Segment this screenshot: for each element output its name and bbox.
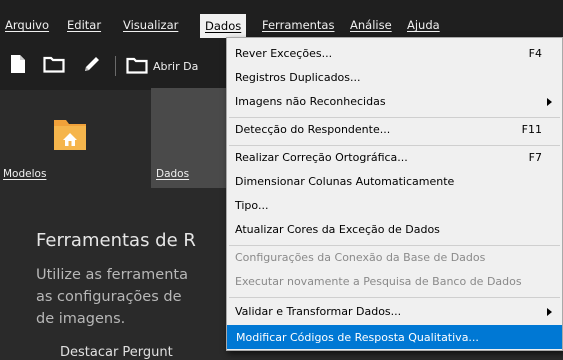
menu-ajuda[interactable]: Ajuda	[407, 18, 440, 32]
menu-item-shortcut: F11	[521, 123, 542, 136]
menu-item-label: Modificar Códigos de Resposta Qualitativ…	[236, 331, 479, 344]
menu-item-label: Imagens não Reconhecidas	[235, 95, 386, 108]
menu-editar[interactable]: Editar	[67, 18, 101, 32]
menu-ferramentas[interactable]: Ferramentas	[262, 18, 334, 32]
toolbar-separator	[115, 56, 116, 76]
tile-label: Modelos	[3, 168, 47, 180]
menu-item-dimensionar-colunas[interactable]: Dimensionar Colunas Automaticamente	[227, 170, 562, 194]
menu-item-label: Dimensionar Colunas Automaticamente	[235, 175, 455, 188]
menu-item-configuracoes-conexao[interactable]: Configurações da Conexão da Base de Dado…	[227, 246, 562, 270]
menu-item-tipo[interactable]: Tipo...	[227, 194, 562, 218]
menu-item-deteccao-respondente[interactable]: Detecção do Respondente... F11	[227, 118, 562, 142]
menu-item-label: Detecção do Respondente...	[235, 123, 391, 136]
menu-item-atualizar-cores[interactable]: Atualizar Cores da Exceção de Dados	[227, 218, 562, 242]
submenu-arrow-icon	[547, 308, 552, 316]
section-heading: Ferramentas de R	[36, 230, 196, 251]
tile-modelos[interactable]: Modelos	[0, 88, 86, 188]
menu-item-label: Tipo...	[235, 199, 269, 212]
menu-item-label: Realizar Correção Ortográfica...	[235, 151, 408, 164]
house-folder-icon	[54, 116, 86, 154]
menu-analise[interactable]: Análise	[350, 18, 392, 32]
cut-text: Destacar Pergunt	[60, 345, 173, 360]
submenu-arrow-icon	[547, 98, 552, 106]
tile-dados[interactable]: Dados	[151, 88, 226, 188]
menu-item-label: Rever Exceções...	[235, 47, 333, 60]
menu-item-correcao-ortografica[interactable]: Realizar Correção Ortográfica... F7	[227, 146, 562, 170]
menu-item-validar-transformar[interactable]: Validar e Transformar Dados...	[227, 300, 562, 324]
menu-bar: Arquivo Editar Visualizar Dados Ferramen…	[0, 0, 563, 38]
menu-item-registros-duplicados[interactable]: Registros Duplicados...	[227, 66, 562, 90]
dados-dropdown-menu: Rever Exceções... F4 Registros Duplicado…	[226, 37, 563, 351]
menu-item-label: Validar e Transformar Dados...	[235, 305, 402, 318]
menu-item-shortcut: F7	[528, 151, 542, 164]
tools-section: Ferramentas de R Utilize as ferramenta a…	[36, 230, 196, 327]
open-data-label[interactable]: Abrir Da	[153, 60, 198, 73]
menu-item-shortcut: F4	[528, 47, 542, 60]
menu-arquivo[interactable]: Arquivo	[5, 18, 49, 32]
menu-item-executar-pesquisa[interactable]: Executar novamente a Pesquisa de Banco d…	[227, 270, 562, 294]
pencil-icon[interactable]	[82, 54, 102, 78]
menu-item-label: Configurações da Conexão da Base de Dado…	[235, 251, 486, 264]
menu-item-label: Executar novamente a Pesquisa de Banco d…	[235, 275, 522, 288]
menu-separator	[229, 297, 560, 298]
menu-item-imagens-nao-reconhecidas[interactable]: Imagens não Reconhecidas	[227, 90, 562, 114]
menu-dados[interactable]: Dados	[200, 14, 247, 38]
folder-icon[interactable]	[43, 56, 65, 77]
new-file-icon[interactable]	[10, 54, 26, 78]
menu-item-rever-excecoes[interactable]: Rever Exceções... F4	[227, 42, 562, 66]
open-folder-icon[interactable]	[126, 57, 148, 78]
tile-label: Dados	[156, 168, 190, 180]
menu-item-label: Registros Duplicados...	[235, 71, 361, 84]
menu-item-label: Atualizar Cores da Exceção de Dados	[235, 223, 440, 236]
menu-item-modificar-codigos[interactable]: Modificar Códigos de Resposta Qualitativ…	[227, 325, 562, 349]
menu-visualizar[interactable]: Visualizar	[123, 18, 178, 32]
